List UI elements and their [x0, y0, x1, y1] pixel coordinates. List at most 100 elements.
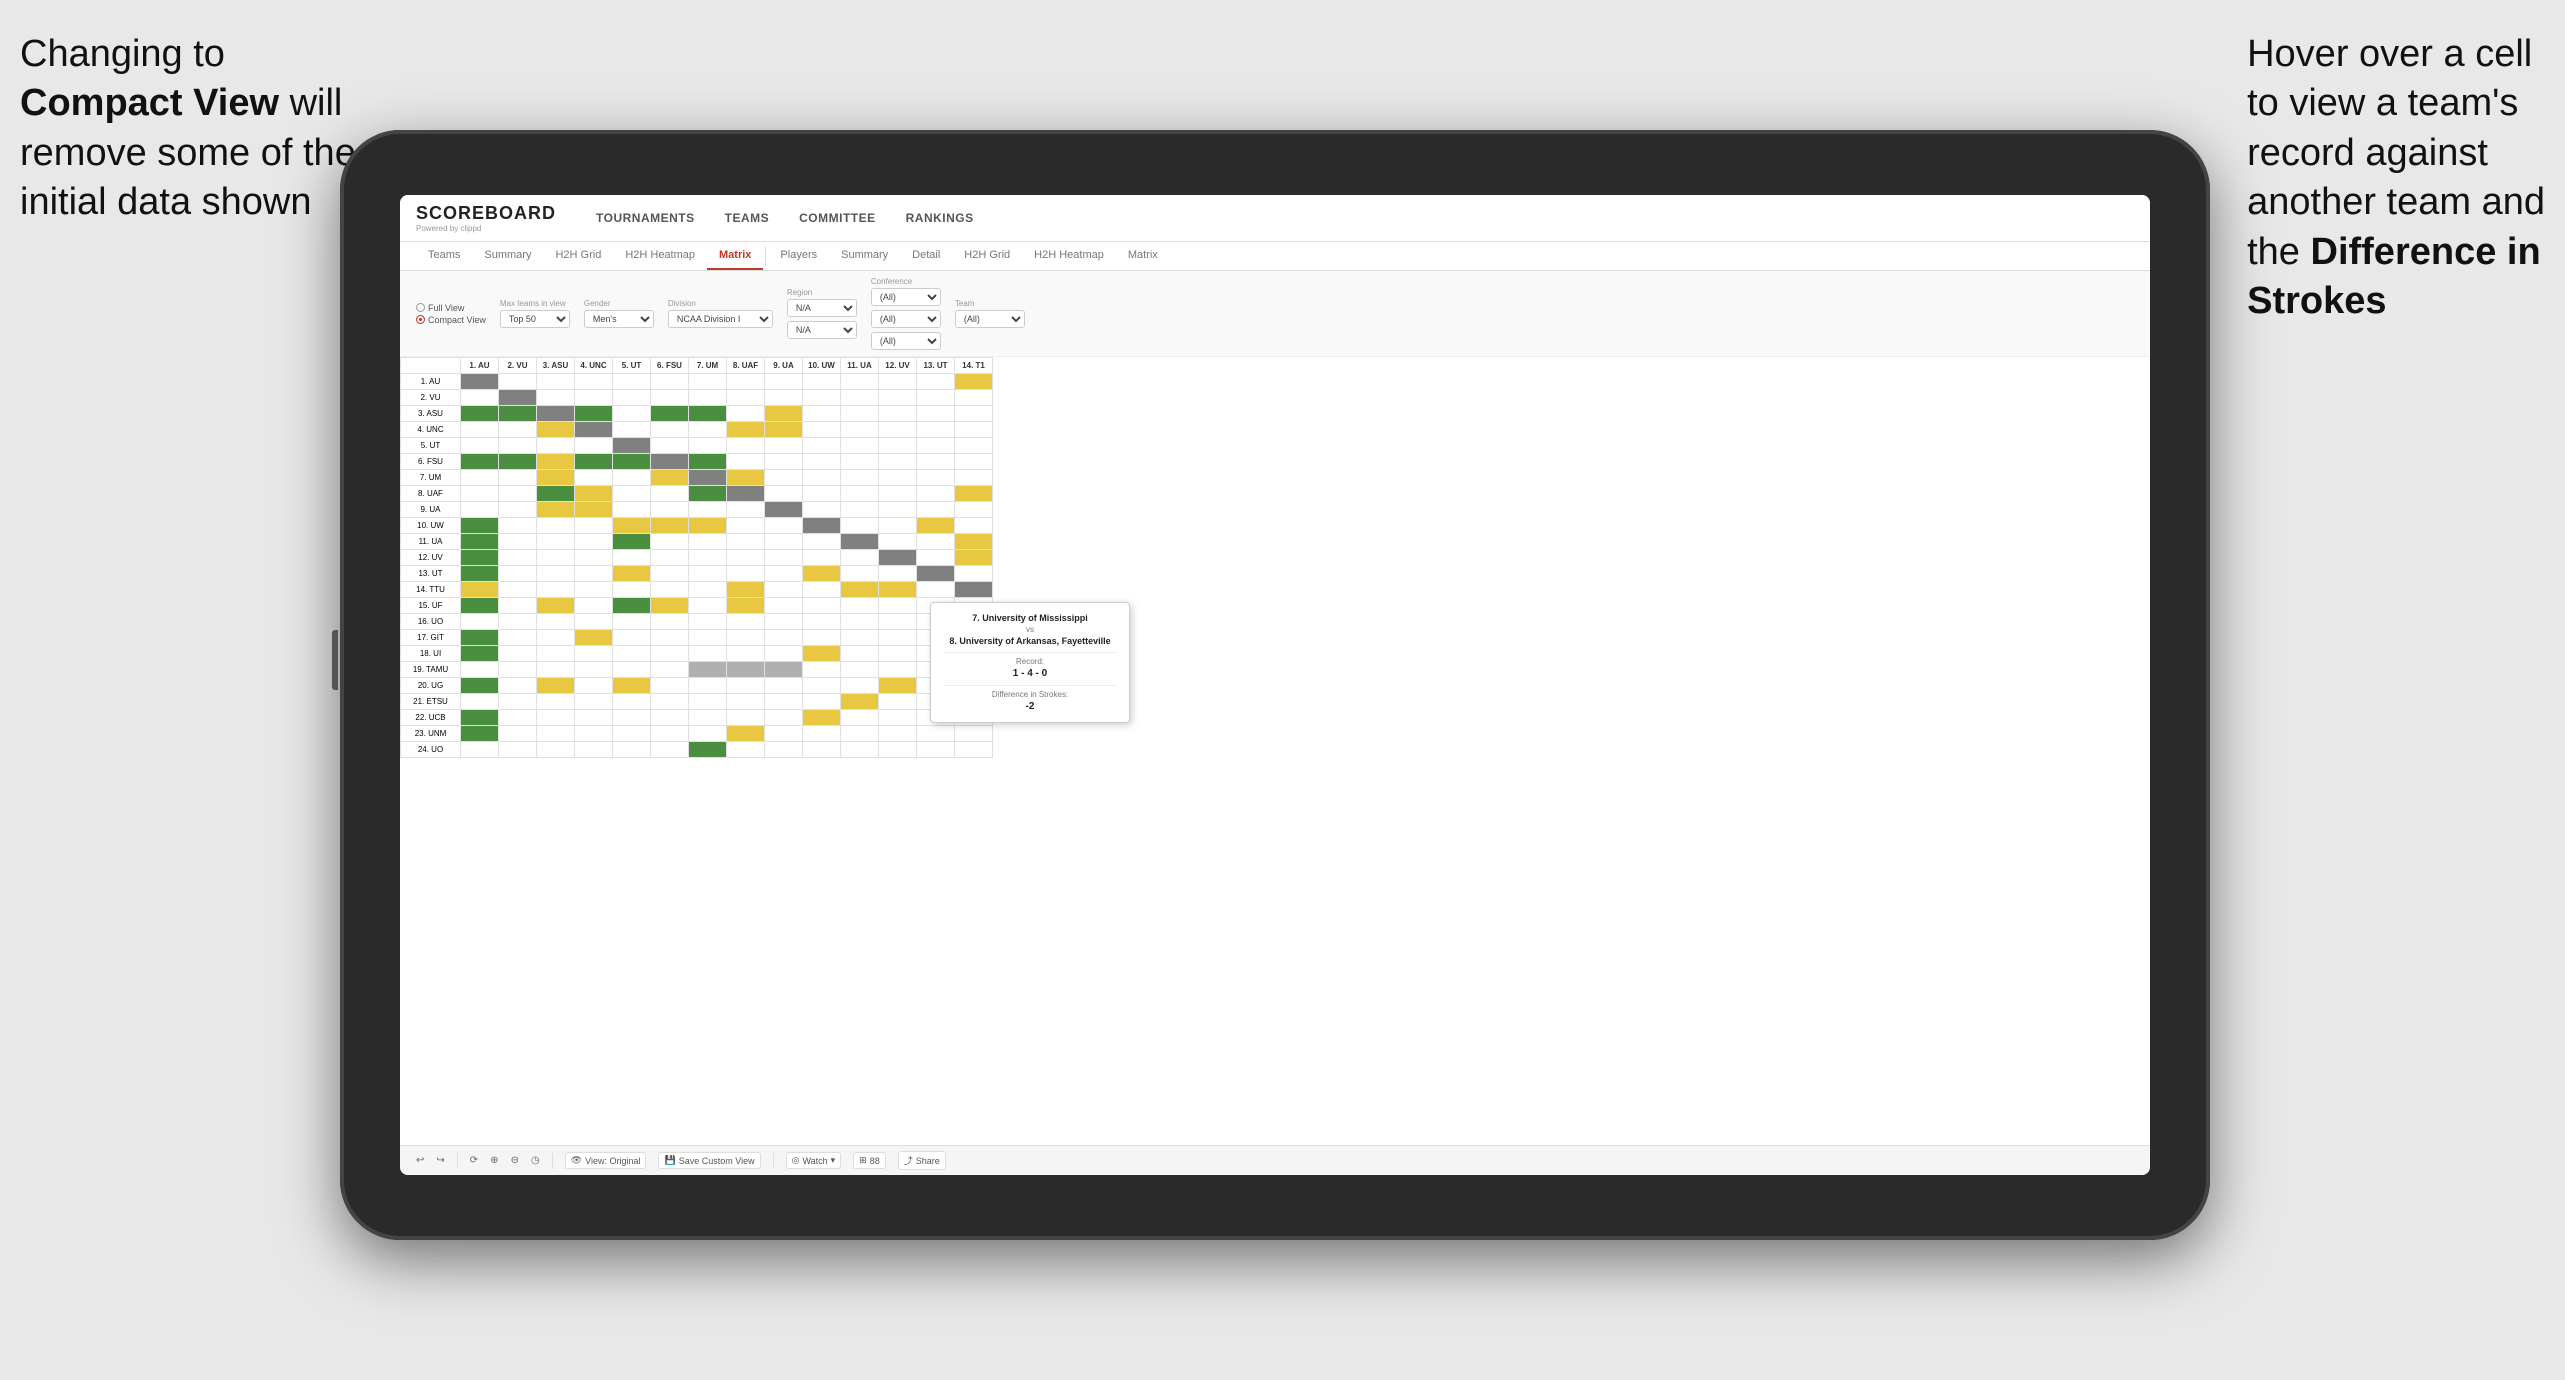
cell-24-10[interactable]: [803, 742, 841, 758]
cell-16-6[interactable]: [651, 614, 689, 630]
cell-7-5[interactable]: [613, 470, 651, 486]
cell-6-1[interactable]: [461, 454, 499, 470]
cell-18-5[interactable]: [613, 646, 651, 662]
cell-7-1[interactable]: [461, 470, 499, 486]
cell-18-12[interactable]: [879, 646, 917, 662]
cell-20-12[interactable]: [879, 678, 917, 694]
cell-4-6[interactable]: [651, 422, 689, 438]
cell-9-8[interactable]: [727, 502, 765, 518]
cell-13-2[interactable]: [499, 566, 537, 582]
cell-23-13[interactable]: [917, 726, 955, 742]
cell-4-3[interactable]: [537, 422, 575, 438]
cell-5-14[interactable]: [955, 438, 993, 454]
cell-12-9[interactable]: [765, 550, 803, 566]
cell-8-6[interactable]: [651, 486, 689, 502]
cell-2-1[interactable]: [461, 390, 499, 406]
cell-1-9[interactable]: [765, 374, 803, 390]
cell-12-13[interactable]: [917, 550, 955, 566]
cell-5-2[interactable]: [499, 438, 537, 454]
cell-1-8[interactable]: [727, 374, 765, 390]
cell-14-1[interactable]: [461, 582, 499, 598]
cell-15-3[interactable]: [537, 598, 575, 614]
cell-15-2[interactable]: [499, 598, 537, 614]
cell-5-5[interactable]: [613, 438, 651, 454]
cell-24-4[interactable]: [575, 742, 613, 758]
cell-20-11[interactable]: [841, 678, 879, 694]
cell-14-9[interactable]: [765, 582, 803, 598]
cell-17-10[interactable]: [803, 630, 841, 646]
cell-11-5[interactable]: [613, 534, 651, 550]
cell-20-7[interactable]: [689, 678, 727, 694]
tab-h2h-heatmap-left[interactable]: H2H Heatmap: [613, 242, 707, 270]
cell-12-12[interactable]: [879, 550, 917, 566]
cell-1-1[interactable]: [461, 374, 499, 390]
cell-22-10[interactable]: [803, 710, 841, 726]
cell-22-8[interactable]: [727, 710, 765, 726]
cell-13-6[interactable]: [651, 566, 689, 582]
cell-13-7[interactable]: [689, 566, 727, 582]
cell-12-7[interactable]: [689, 550, 727, 566]
cell-4-8[interactable]: [727, 422, 765, 438]
cell-19-9[interactable]: [765, 662, 803, 678]
cell-4-7[interactable]: [689, 422, 727, 438]
cell-19-5[interactable]: [613, 662, 651, 678]
cell-14-4[interactable]: [575, 582, 613, 598]
cell-12-5[interactable]: [613, 550, 651, 566]
cell-11-6[interactable]: [651, 534, 689, 550]
cell-21-9[interactable]: [765, 694, 803, 710]
cell-24-3[interactable]: [537, 742, 575, 758]
cell-9-10[interactable]: [803, 502, 841, 518]
cell-21-8[interactable]: [727, 694, 765, 710]
cell-2-10[interactable]: [803, 390, 841, 406]
region-select2[interactable]: N/A: [787, 321, 857, 339]
cell-19-7[interactable]: [689, 662, 727, 678]
cell-22-5[interactable]: [613, 710, 651, 726]
cell-1-7[interactable]: [689, 374, 727, 390]
cell-12-4[interactable]: [575, 550, 613, 566]
cell-3-4[interactable]: [575, 406, 613, 422]
cell-16-8[interactable]: [727, 614, 765, 630]
cell-17-9[interactable]: [765, 630, 803, 646]
cell-14-3[interactable]: [537, 582, 575, 598]
cell-17-6[interactable]: [651, 630, 689, 646]
cell-13-10[interactable]: [803, 566, 841, 582]
cell-7-4[interactable]: [575, 470, 613, 486]
watch-button[interactable]: ◎ Watch ▾: [786, 1152, 842, 1169]
cell-10-9[interactable]: [765, 518, 803, 534]
cell-23-14[interactable]: [955, 726, 993, 742]
cell-11-14[interactable]: [955, 534, 993, 550]
gender-select[interactable]: Men's: [584, 310, 654, 328]
conference-select1[interactable]: (All): [871, 288, 941, 306]
cell-8-5[interactable]: [613, 486, 651, 502]
cell-10-2[interactable]: [499, 518, 537, 534]
division-select[interactable]: NCAA Division I: [668, 310, 773, 328]
cell-13-1[interactable]: [461, 566, 499, 582]
cell-2-2[interactable]: [499, 390, 537, 406]
cell-1-11[interactable]: [841, 374, 879, 390]
cell-1-10[interactable]: [803, 374, 841, 390]
cell-14-14[interactable]: [955, 582, 993, 598]
cell-11-7[interactable]: [689, 534, 727, 550]
cell-6-13[interactable]: [917, 454, 955, 470]
main-content[interactable]: 1. AU 2. VU 3. ASU 4. UNC 5. UT 6. FSU 7…: [400, 357, 2150, 1145]
cell-1-6[interactable]: [651, 374, 689, 390]
cell-10-5[interactable]: [613, 518, 651, 534]
cell-8-13[interactable]: [917, 486, 955, 502]
cell-13-11[interactable]: [841, 566, 879, 582]
cell-12-14[interactable]: [955, 550, 993, 566]
cell-20-6[interactable]: [651, 678, 689, 694]
cell-13-13[interactable]: [917, 566, 955, 582]
cell-6-9[interactable]: [765, 454, 803, 470]
cell-10-13[interactable]: [917, 518, 955, 534]
cell-5-6[interactable]: [651, 438, 689, 454]
cell-19-10[interactable]: [803, 662, 841, 678]
cell-16-11[interactable]: [841, 614, 879, 630]
cell-6-8[interactable]: [727, 454, 765, 470]
cell-1-12[interactable]: [879, 374, 917, 390]
cell-5-11[interactable]: [841, 438, 879, 454]
cell-10-1[interactable]: [461, 518, 499, 534]
cell-12-8[interactable]: [727, 550, 765, 566]
cell-8-3[interactable]: [537, 486, 575, 502]
cell-21-2[interactable]: [499, 694, 537, 710]
cell-18-6[interactable]: [651, 646, 689, 662]
